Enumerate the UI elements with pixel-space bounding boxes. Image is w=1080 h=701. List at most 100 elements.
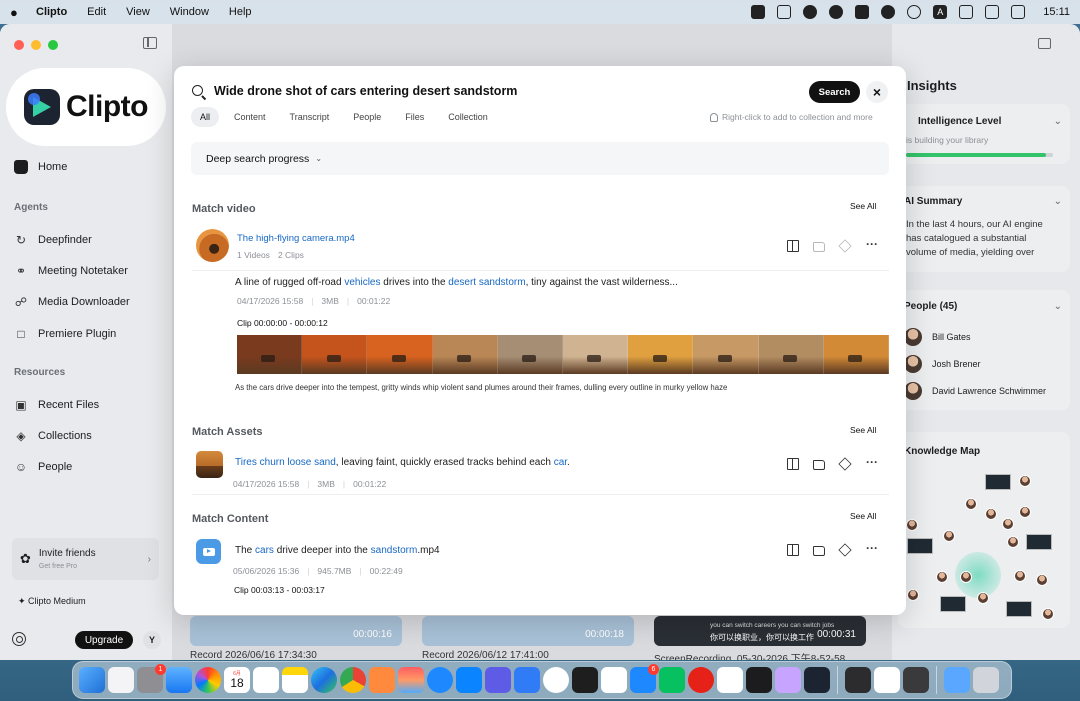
downloads-folder-icon[interactable] <box>944 667 970 693</box>
ai-summary-card[interactable]: AI Summary ⌄ In the last 4 hours, our AI… <box>898 186 1070 272</box>
map-person-node[interactable] <box>906 519 918 531</box>
settings-gear-icon[interactable] <box>12 632 26 646</box>
tray-cat-icon[interactable] <box>855 5 870 19</box>
terminal-icon[interactable] <box>746 667 772 693</box>
book-icon[interactable] <box>787 240 799 252</box>
calendar-icon[interactable]: 6月 18 <box>224 667 250 693</box>
tray-arrow-icon[interactable] <box>777 5 792 19</box>
recent-card[interactable]: 00:00:16 <box>190 616 402 646</box>
search-button[interactable]: Search <box>809 81 860 103</box>
filmstrip-frame[interactable] <box>367 335 433 374</box>
book-icon[interactable] <box>787 458 799 470</box>
filmstrip-frame[interactable] <box>758 335 824 374</box>
finder-icon[interactable] <box>79 667 105 693</box>
tray-wechat-icon[interactable] <box>881 5 896 19</box>
person-row[interactable]: Bill Gates <box>904 328 971 346</box>
menu-window[interactable]: Window <box>170 6 209 18</box>
intelligence-card[interactable]: Intelligence Level ⌄ is building your li… <box>898 104 1070 164</box>
input-method-icon[interactable]: A <box>933 5 948 19</box>
sidebar-item-meeting-notetaker[interactable]: ⚭ Meeting Notetaker <box>14 264 128 278</box>
tab-collection[interactable]: Collection <box>439 107 497 127</box>
close-window-button[interactable] <box>14 40 24 50</box>
more-icon[interactable]: ··· <box>865 456 879 470</box>
tray-app-icon[interactable] <box>751 5 766 19</box>
chevron-down-icon[interactable]: ⌄ <box>1054 301 1062 312</box>
wifi-icon[interactable] <box>985 5 1000 19</box>
minimize-window-button[interactable] <box>31 40 41 50</box>
tab-transcript[interactable]: Transcript <box>281 107 339 127</box>
reminders-icon[interactable] <box>253 667 279 693</box>
map-person-node[interactable] <box>936 571 948 583</box>
control-center-icon[interactable] <box>1011 5 1026 19</box>
chevron-down-icon[interactable]: ⌄ <box>1054 116 1062 127</box>
see-all-assets-link[interactable]: See All <box>850 425 876 435</box>
menu-help[interactable]: Help <box>229 6 252 18</box>
tab-files[interactable]: Files <box>396 107 433 127</box>
sidebar-item-premiere-plugin[interactable]: □ Premiere Plugin <box>14 327 116 341</box>
mail-client-icon[interactable]: 6 <box>630 664 659 693</box>
menu-app-name[interactable]: Clipto <box>36 6 67 18</box>
tab-content[interactable]: Content <box>225 107 275 127</box>
folder-icon[interactable] <box>813 460 825 470</box>
wechat-icon[interactable] <box>659 667 685 693</box>
clip-filmstrip[interactable] <box>237 335 890 374</box>
clipto-dock-icon[interactable] <box>804 667 830 693</box>
game-app-icon[interactable] <box>717 667 743 693</box>
chrome-icon[interactable] <box>340 667 366 693</box>
tray-play-icon[interactable] <box>907 5 922 19</box>
add-collection-icon[interactable] <box>838 457 852 471</box>
user-avatar[interactable]: Y <box>143 631 161 649</box>
map-person-node[interactable] <box>907 589 919 601</box>
filmstrip-frame[interactable] <box>237 335 303 374</box>
close-icon[interactable]: × <box>866 81 888 103</box>
zoom-window-button[interactable] <box>48 40 58 50</box>
sidebar-item-recent-files[interactable]: ▣ Recent Files <box>14 398 99 412</box>
trash-icon[interactable] <box>973 667 999 693</box>
see-all-content-link[interactable]: See All <box>850 511 876 521</box>
deep-search-progress[interactable]: Deep search progress ⌄ <box>191 142 889 175</box>
folder-icon[interactable] <box>813 242 825 252</box>
add-collection-icon[interactable] <box>838 543 852 557</box>
filmstrip-frame[interactable] <box>432 335 498 374</box>
map-person-node[interactable] <box>1019 506 1031 518</box>
recent-app-icon[interactable] <box>845 667 871 693</box>
asset-description[interactable]: Tires churn loose sand, leaving faint, q… <box>235 457 570 468</box>
preview-icon[interactable] <box>369 667 395 693</box>
map-person-node[interactable] <box>965 498 977 510</box>
sidebar-toggle-icon[interactable] <box>143 37 157 49</box>
chevron-down-icon[interactable]: ⌄ <box>1054 196 1062 207</box>
menu-edit[interactable]: Edit <box>87 6 106 18</box>
map-thumbnail[interactable] <box>940 596 966 612</box>
notes-icon[interactable] <box>282 667 308 693</box>
map-thumbnail[interactable] <box>907 538 933 554</box>
filmstrip-frame[interactable] <box>693 335 759 374</box>
video-thumbnail[interactable] <box>196 229 229 262</box>
more-icon[interactable]: ··· <box>865 238 879 252</box>
mail-icon[interactable] <box>166 667 192 693</box>
feishu-icon[interactable] <box>601 667 627 693</box>
safari-icon[interactable] <box>427 667 453 693</box>
filmstrip-frame[interactable] <box>302 335 368 374</box>
chatgpt-icon[interactable] <box>543 667 569 693</box>
sidebar-item-deepfinder[interactable]: ↻ Deepfinder <box>14 233 92 247</box>
figma-icon[interactable] <box>572 667 598 693</box>
sidebar-item-people[interactable]: ☺ People <box>14 460 72 474</box>
apple-icon[interactable]: ● <box>10 5 22 20</box>
system-settings-icon[interactable]: 1 <box>137 664 166 693</box>
sidebar-item-home[interactable]: Home <box>14 160 67 174</box>
tray-control-icon[interactable] <box>959 5 974 19</box>
recent-app-icon[interactable] <box>903 667 929 693</box>
panel-toggle-icon[interactable] <box>1038 38 1051 49</box>
tab-all[interactable]: All <box>191 107 220 127</box>
map-person-node[interactable] <box>977 592 989 604</box>
recent-card[interactable]: 00:00:18 <box>422 616 634 646</box>
tray-n-icon[interactable] <box>829 5 844 19</box>
folder-icon[interactable] <box>813 546 825 556</box>
menu-view[interactable]: View <box>126 6 150 18</box>
map-person-node[interactable] <box>1007 536 1019 548</box>
filmstrip-frame[interactable] <box>628 335 694 374</box>
sidebar-item-media-downloader[interactable]: ☍ Media Downloader <box>14 295 130 309</box>
add-collection-icon[interactable] <box>838 239 852 253</box>
sidebar-item-collections[interactable]: ◈ Collections <box>14 429 91 443</box>
netease-music-icon[interactable] <box>688 667 714 693</box>
